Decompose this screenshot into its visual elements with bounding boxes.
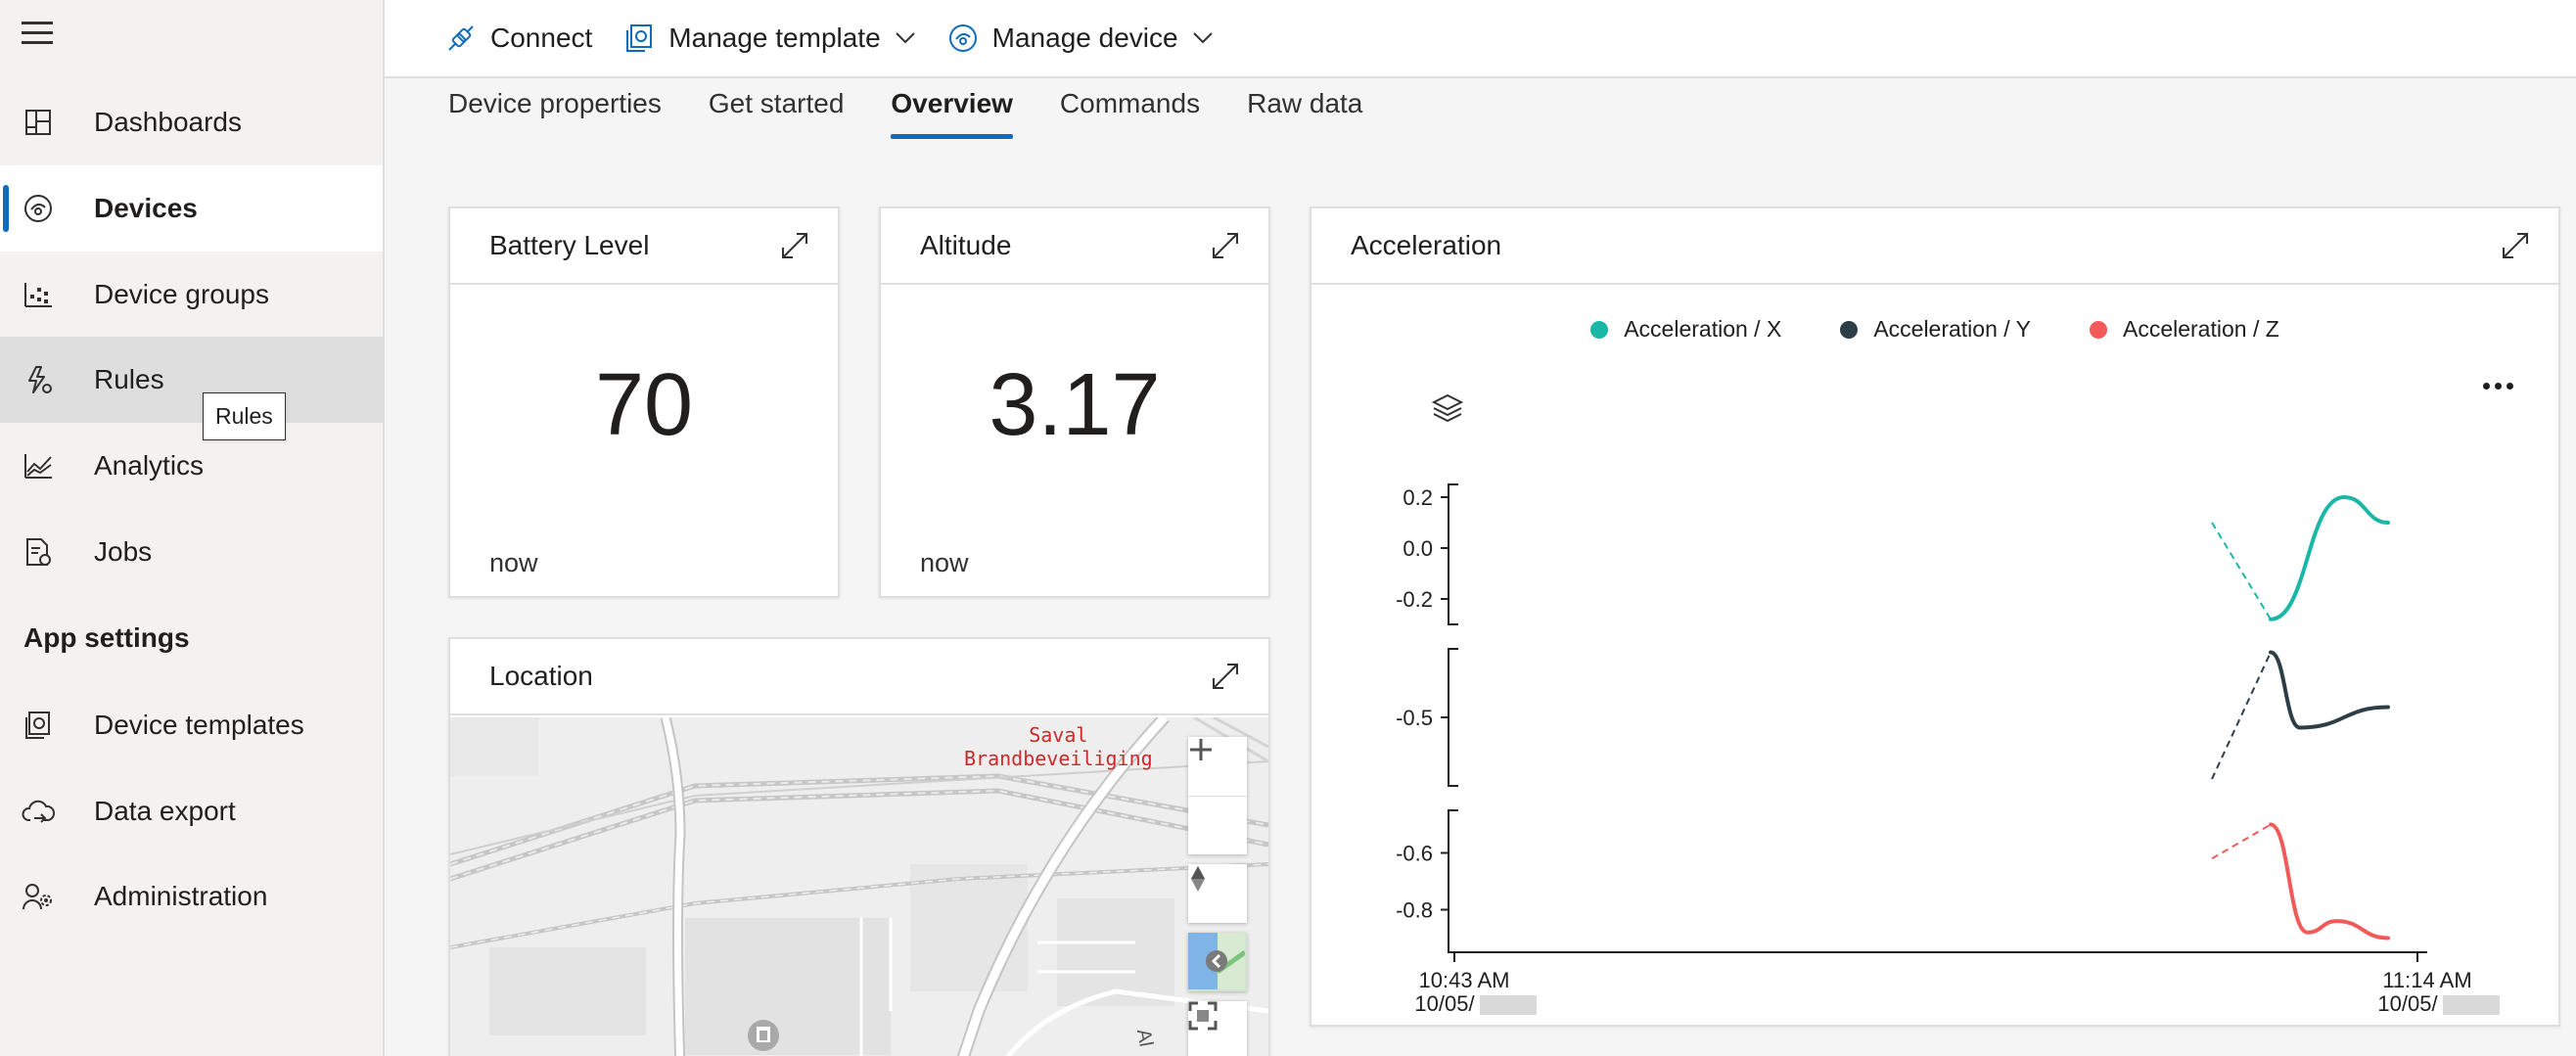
dashboard-icon bbox=[0, 108, 94, 137]
x-tick-date: 10/05/ bbox=[2377, 991, 2438, 1016]
altitude-tile: Altitude 3.17 now bbox=[879, 207, 1270, 598]
chevron-down-icon bbox=[895, 32, 915, 44]
sidebar-item-dashboards[interactable]: Dashboards bbox=[0, 79, 383, 165]
sidebar-item-administration[interactable]: Administration bbox=[0, 853, 383, 940]
manage-device-button[interactable]: Manage device bbox=[947, 23, 1214, 54]
manage-template-label: Manage template bbox=[668, 23, 881, 53]
series-dashed-segment bbox=[2211, 823, 2272, 860]
data-export-icon bbox=[0, 797, 94, 826]
left-navigation: Dashboards Devices Device groups Rules A… bbox=[0, 0, 385, 1056]
app-settings-heading: App settings bbox=[23, 622, 190, 653]
rules-icon bbox=[0, 364, 94, 395]
redacted-year bbox=[2443, 995, 2500, 1015]
connect-label: Connect bbox=[490, 23, 593, 53]
sidebar-item-device-groups[interactable]: Device groups bbox=[0, 252, 383, 338]
sidebar-item-label: Administration bbox=[94, 881, 268, 911]
tab-get-started[interactable]: Get started bbox=[709, 88, 845, 137]
device-groups-icon bbox=[0, 280, 94, 309]
y-tick-label: -0.6 bbox=[1396, 842, 1433, 866]
expand-icon[interactable] bbox=[1210, 661, 1241, 692]
tab-device-properties[interactable]: Device properties bbox=[448, 88, 662, 137]
y-axis bbox=[1448, 483, 1458, 625]
tile-timestamp: now bbox=[489, 548, 538, 577]
fullscreen-icon[interactable] bbox=[1188, 1001, 1247, 1056]
administration-icon bbox=[0, 881, 94, 912]
series-dashed-segment bbox=[2211, 522, 2272, 620]
x-tick-label: 11:14 AM bbox=[2382, 968, 2471, 992]
battery-level-tile: Battery Level 70 now bbox=[448, 207, 840, 598]
y-axis bbox=[1448, 809, 1458, 953]
sidebar-item-label: Analytics bbox=[94, 450, 205, 481]
redacted-year bbox=[1480, 995, 1537, 1015]
sidebar-item-label: Rules bbox=[94, 364, 164, 394]
connect-icon bbox=[448, 25, 474, 51]
series-line bbox=[2269, 822, 2390, 941]
x-tick-date: 10/05/ bbox=[1414, 991, 1475, 1016]
tab-overview[interactable]: Overview bbox=[891, 88, 1013, 139]
rules-tooltip: Rules bbox=[203, 392, 286, 440]
x-tick-label: 10:43 AM bbox=[1419, 968, 1510, 992]
y-tick-label: -0.5 bbox=[1396, 706, 1433, 730]
location-map[interactable]: Saval Brandbeveiliging Al bbox=[450, 717, 1268, 1056]
manage-template-icon bbox=[626, 24, 653, 52]
sidebar-item-devices[interactable]: Devices bbox=[0, 165, 383, 252]
manage-template-button[interactable]: Manage template bbox=[623, 23, 915, 54]
compass-icon[interactable] bbox=[1188, 864, 1247, 923]
acceleration-chart: 0.20.0-0.2-0.5-0.6-0.810:43 AM10/05/11:1… bbox=[1396, 483, 2500, 1016]
hamburger-menu-icon[interactable] bbox=[22, 22, 55, 49]
tab-commands[interactable]: Commands bbox=[1060, 88, 1200, 137]
altitude-value: 3.17 bbox=[989, 356, 1161, 454]
devices-icon bbox=[0, 193, 94, 224]
battery-value: 70 bbox=[594, 356, 694, 454]
sidebar-item-label: Jobs bbox=[94, 536, 153, 567]
y-axis bbox=[1448, 648, 1458, 787]
sidebar-item-label: Dashboards bbox=[94, 107, 242, 137]
sidebar-item-jobs[interactable]: Jobs bbox=[0, 509, 383, 595]
device-templates-icon bbox=[0, 710, 94, 741]
tile-timestamp: now bbox=[920, 548, 969, 577]
sidebar-item-label: Devices bbox=[94, 193, 198, 223]
manage-device-label: Manage device bbox=[991, 23, 1178, 53]
sidebar-item-label: Device templates bbox=[94, 710, 304, 740]
y-tick-label: -0.2 bbox=[1396, 587, 1433, 612]
tile-title: Battery Level bbox=[489, 230, 650, 260]
y-tick-label: 0.0 bbox=[1403, 536, 1433, 561]
series-line bbox=[2269, 494, 2390, 621]
tab-raw-data[interactable]: Raw data bbox=[1247, 88, 1362, 137]
command-bar: Connect Manage template Manage device bbox=[385, 0, 2576, 78]
sidebar-item-analytics[interactable]: Analytics bbox=[0, 423, 383, 509]
expand-icon[interactable] bbox=[1210, 230, 1241, 261]
expand-icon[interactable] bbox=[779, 230, 810, 261]
analytics-icon bbox=[0, 451, 94, 481]
location-tile: Location Saval Brandbeveiliging Al bbox=[448, 637, 1270, 1056]
sidebar-item-rules[interactable]: Rules bbox=[0, 337, 383, 423]
connect-button[interactable]: Connect bbox=[445, 23, 592, 54]
chevron-down-icon bbox=[1192, 32, 1213, 44]
tile-title: Location bbox=[489, 661, 593, 691]
device-tabs: Device properties Get started Overview C… bbox=[448, 88, 1409, 139]
acceleration-tile: Acceleration Acceleration / X Accelerati… bbox=[1310, 207, 2560, 1027]
zoom-controls bbox=[1188, 737, 1247, 854]
sidebar-item-device-templates[interactable]: Device templates bbox=[0, 682, 383, 768]
y-tick-label: 0.2 bbox=[1403, 485, 1433, 510]
tile-title: Altitude bbox=[920, 230, 1012, 260]
jobs-icon bbox=[0, 536, 94, 568]
series-dashed-segment bbox=[2211, 652, 2272, 780]
map-style-icon[interactable] bbox=[1188, 933, 1247, 991]
sidebar-item-label: Data export bbox=[94, 796, 236, 826]
y-tick-label: -0.8 bbox=[1396, 898, 1433, 923]
sidebar-item-data-export[interactable]: Data export bbox=[0, 768, 383, 854]
manage-device-icon bbox=[948, 24, 977, 52]
zoom-out-icon[interactable] bbox=[1188, 748, 1247, 854]
map-poi-label: Saval Brandbeveiliging bbox=[964, 723, 1153, 770]
series-line bbox=[2269, 650, 2390, 730]
sidebar-item-label: Device groups bbox=[94, 279, 269, 309]
